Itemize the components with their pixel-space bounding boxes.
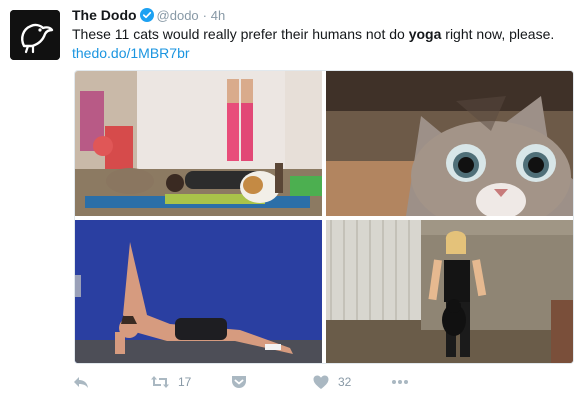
verified-badge-icon	[139, 8, 154, 22]
separator: ·	[202, 8, 207, 23]
tweet-link[interactable]: thedo.do/1MBR7br	[72, 44, 190, 63]
reply-icon	[72, 373, 90, 391]
retweet-button[interactable]: 17	[150, 370, 191, 394]
tweet-text-end: right now, please.	[441, 26, 555, 42]
account-name[interactable]: The Dodo	[72, 7, 137, 23]
heart-icon	[312, 373, 330, 391]
like-count: 32	[338, 375, 352, 389]
like-button[interactable]: 32	[312, 370, 351, 394]
photo-woman-with-cat[interactable]	[326, 220, 573, 363]
tweet-text-bold: yoga	[408, 26, 442, 42]
tweet-header: The Dodo @dodo · 4h	[72, 6, 225, 25]
more-button[interactable]	[390, 370, 410, 394]
tweet-text: These 11 cats would really prefer their …	[72, 25, 577, 44]
tweet-text-start: These 11 cats would really prefer their …	[72, 26, 409, 42]
tweet-actions: 17 32	[72, 370, 572, 398]
timestamp[interactable]: 4h	[211, 8, 225, 23]
pocket-icon	[230, 373, 248, 391]
reply-button[interactable]	[72, 370, 90, 394]
photo-yoga-legs-up-cat[interactable]	[75, 71, 322, 216]
more-icon	[390, 373, 410, 391]
retweet-count: 17	[178, 375, 192, 389]
media-grid	[74, 70, 574, 364]
account-handle[interactable]: @dodo	[157, 8, 199, 23]
photo-side-plank[interactable]	[75, 220, 322, 363]
avatar[interactable]	[10, 10, 60, 60]
retweet-icon	[150, 373, 170, 391]
photo-cat-closeup[interactable]	[326, 71, 573, 216]
dodo-logo-icon	[10, 10, 60, 60]
pocket-button[interactable]	[230, 370, 248, 394]
